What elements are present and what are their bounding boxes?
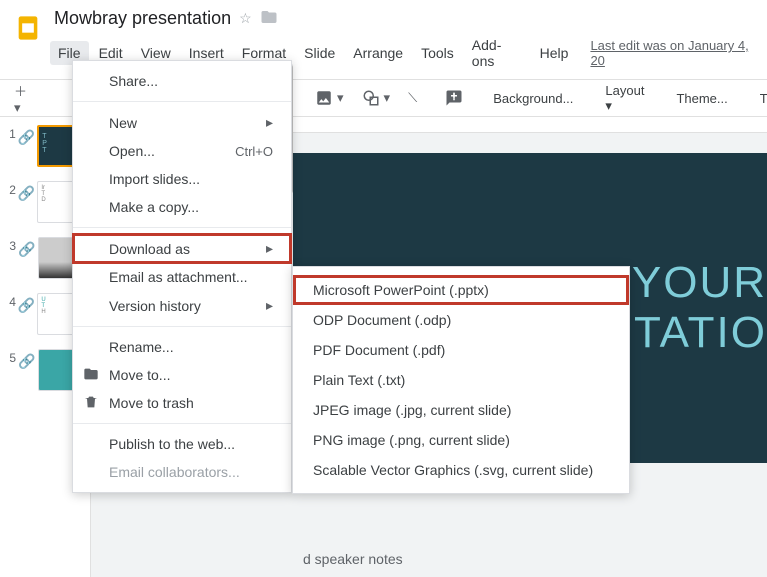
transition-button[interactable]: Transition... (752, 87, 767, 110)
new-slide-button[interactable]: ＋ ▾ (8, 77, 33, 120)
menu-rename[interactable]: Rename... (73, 333, 291, 361)
menu-slide[interactable]: Slide (296, 41, 343, 65)
menu-open[interactable]: Open...Ctrl+O (73, 137, 291, 165)
menu-share[interactable]: Share... (73, 67, 291, 95)
image-icon[interactable]: ▾ (309, 85, 350, 111)
link-icon: 🔗 (18, 297, 35, 314)
download-as-submenu: Microsoft PowerPoint (.pptx) ODP Documen… (292, 266, 630, 494)
link-icon: 🔗 (18, 185, 35, 202)
last-edit-link[interactable]: Last edit was on January 4, 20 (590, 38, 759, 68)
submenu-pptx[interactable]: Microsoft PowerPoint (.pptx) (293, 275, 629, 305)
menu-publish-web[interactable]: Publish to the web... (73, 430, 291, 458)
menu-email-collaborators: Email collaborators... (73, 458, 291, 486)
menu-download-as[interactable]: Download as▸ (73, 234, 291, 263)
menu-addons[interactable]: Add-ons (464, 33, 530, 73)
link-icon: 🔗 (18, 241, 35, 258)
file-dropdown: Share... New▸ Open...Ctrl+O Import slide… (72, 60, 292, 493)
trash-icon (83, 394, 99, 413)
submenu-odp[interactable]: ODP Document (.odp) (293, 305, 629, 335)
shape-icon[interactable]: ▾ (356, 85, 397, 111)
menu-version-history[interactable]: Version history▸ (73, 291, 291, 320)
chevron-right-icon: ▸ (266, 297, 273, 314)
star-icon[interactable]: ☆ (239, 10, 252, 27)
menu-tools[interactable]: Tools (413, 41, 462, 65)
submenu-png[interactable]: PNG image (.png, current slide) (293, 425, 629, 455)
submenu-jpeg[interactable]: JPEG image (.jpg, current slide) (293, 395, 629, 425)
doc-title[interactable]: Mowbray presentation (54, 8, 231, 29)
menu-email-attachment[interactable]: Email as attachment... (73, 263, 291, 291)
submenu-txt[interactable]: Plain Text (.txt) (293, 365, 629, 395)
menu-help[interactable]: Help (532, 41, 577, 65)
menu-move-to[interactable]: Move to... (73, 361, 291, 389)
speaker-notes[interactable]: d speaker notes (303, 551, 403, 567)
menu-make-copy[interactable]: Make a copy... (73, 193, 291, 221)
menu-import-slides[interactable]: Import slides... (73, 165, 291, 193)
menu-arrange[interactable]: Arrange (345, 41, 411, 65)
comment-icon[interactable] (439, 85, 469, 111)
folder-icon[interactable] (260, 8, 278, 29)
background-button[interactable]: Background... (485, 87, 581, 110)
slides-logo (8, 8, 48, 48)
chevron-right-icon: ▸ (266, 240, 273, 257)
link-icon: 🔗 (18, 129, 35, 146)
line-icon[interactable]: ⟍ (402, 86, 423, 110)
menu-new[interactable]: New▸ (73, 108, 291, 137)
layout-button[interactable]: Layout ▾ (597, 79, 652, 118)
folder-icon (83, 366, 99, 385)
link-icon: 🔗 (18, 353, 35, 370)
menu-move-to-trash[interactable]: Move to trash (73, 389, 291, 417)
submenu-pdf[interactable]: PDF Document (.pdf) (293, 335, 629, 365)
chevron-right-icon: ▸ (266, 114, 273, 131)
theme-button[interactable]: Theme... (668, 87, 735, 110)
submenu-svg[interactable]: Scalable Vector Graphics (.svg, current … (293, 455, 629, 485)
